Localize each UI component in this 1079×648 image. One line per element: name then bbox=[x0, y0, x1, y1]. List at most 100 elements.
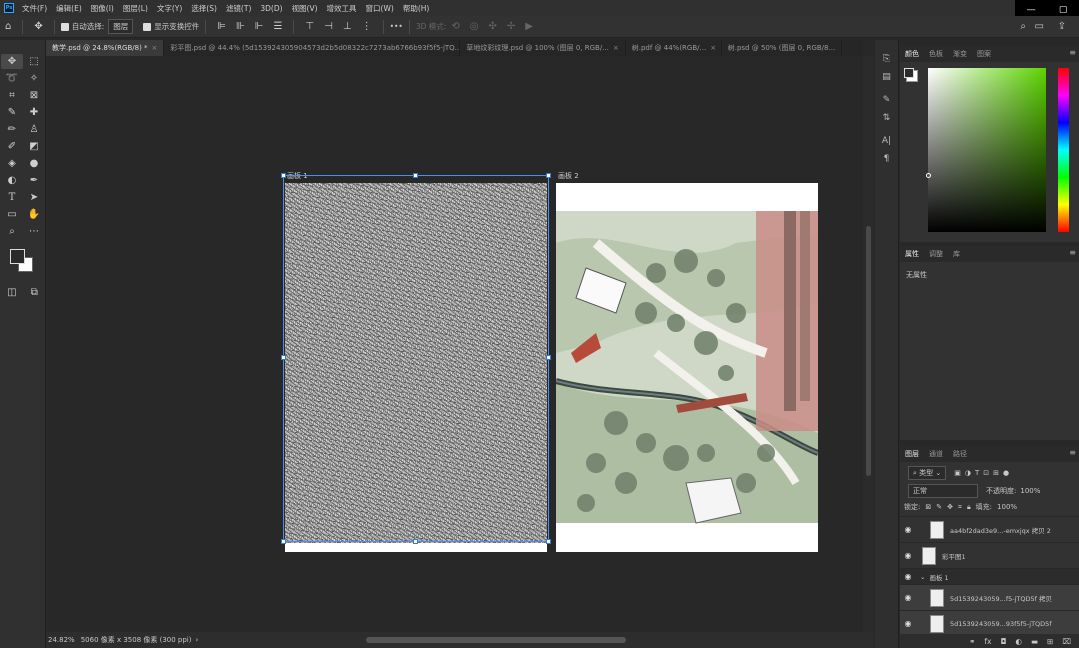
artboard-2[interactable] bbox=[556, 183, 818, 552]
brush-tool-icon[interactable]: ✏ bbox=[1, 122, 23, 137]
3d-roll-icon[interactable]: ◎ bbox=[470, 21, 479, 32]
opacity-value[interactable]: 100% bbox=[1020, 487, 1040, 495]
filter-kind-dropdown[interactable]: ⌕ 类型 ⌄ bbox=[908, 466, 947, 480]
lock-transparency-icon[interactable]: ⊠ bbox=[925, 503, 931, 511]
visibility-eye-icon[interactable]: ◉ bbox=[900, 619, 916, 628]
menu-view[interactable]: 视图(V) bbox=[292, 3, 318, 14]
filter-shape-icon[interactable]: ⊡ bbox=[983, 469, 989, 477]
mask-icon[interactable]: ◘ bbox=[1000, 637, 1006, 646]
align-center-icon[interactable]: ⊪ bbox=[236, 21, 245, 32]
panel-menu-icon[interactable]: ≡ bbox=[1069, 248, 1076, 257]
menu-help[interactable]: 帮助(H) bbox=[403, 3, 430, 14]
tab-layers[interactable]: 图层 bbox=[900, 449, 924, 459]
adjust-icon[interactable]: ⇅ bbox=[875, 111, 898, 126]
layer-row[interactable]: ◉ 5d1539243059...f5-jTQD5f 拷贝 bbox=[900, 584, 1079, 610]
trash-icon[interactable]: ⌧ bbox=[1062, 637, 1071, 646]
type-tool-icon[interactable]: T bbox=[1, 190, 23, 205]
filter-pixel-icon[interactable]: ▣ bbox=[954, 469, 961, 477]
tab-adjustments[interactable]: 调整 bbox=[924, 249, 948, 259]
filter-type-icon[interactable]: T bbox=[975, 469, 979, 477]
color-field[interactable] bbox=[928, 68, 1046, 232]
align-right-icon[interactable]: ⊩ bbox=[255, 21, 264, 32]
more-tools-icon[interactable]: ⋯ bbox=[23, 224, 45, 239]
magic-wand-tool-icon[interactable]: ✧ bbox=[23, 71, 45, 86]
canvas-area[interactable]: 画板 1 画板 2 bbox=[46, 56, 863, 632]
align-bottom-icon[interactable]: ⊥ bbox=[343, 21, 352, 32]
lock-all-icon[interactable]: 🔒︎ bbox=[967, 503, 971, 512]
panel-menu-icon[interactable]: ≡ bbox=[1069, 448, 1076, 457]
fill-value[interactable]: 100% bbox=[997, 503, 1017, 511]
color-swatches[interactable] bbox=[0, 245, 45, 283]
comment-icon[interactable]: ▤ bbox=[875, 70, 898, 85]
home-icon[interactable]: ⌂ bbox=[5, 21, 11, 32]
layer-name[interactable]: 彩平图1 bbox=[942, 551, 966, 561]
transform-handle[interactable] bbox=[281, 539, 286, 544]
align-middle-icon[interactable]: ⊣ bbox=[324, 21, 333, 32]
maximize-button[interactable]: ▢ bbox=[1059, 5, 1068, 15]
filter-smart-icon[interactable]: ⊞ bbox=[993, 469, 999, 477]
auto-select-checkbox[interactable] bbox=[60, 22, 69, 31]
tab-document[interactable]: 树.psd @ 50% (图层 0, RGB/8... bbox=[722, 40, 843, 56]
layer-name[interactable]: 5d1539243059...93f5f5-jTQD5f bbox=[950, 620, 1052, 628]
hand-tool-icon[interactable]: ✋ bbox=[23, 207, 45, 222]
move-tool-icon[interactable]: ✥ bbox=[1, 54, 23, 69]
menu-image[interactable]: 图像(I) bbox=[91, 3, 114, 14]
zoom-tool-icon[interactable]: ⌕ bbox=[1, 224, 23, 239]
rectangle-tool-icon[interactable]: ▭ bbox=[1, 207, 23, 222]
menu-file[interactable]: 文件(F) bbox=[22, 3, 47, 14]
layer-group-row[interactable]: ◉ ⌄ 画板 1 bbox=[900, 568, 1079, 584]
workspace-icon[interactable]: ▭ bbox=[1035, 21, 1044, 32]
lock-position-icon[interactable]: ✥ bbox=[947, 503, 953, 511]
visibility-eye-icon[interactable]: ◉ bbox=[900, 525, 916, 534]
fx-icon[interactable]: fx bbox=[984, 637, 991, 646]
3d-scale-icon[interactable]: ▶ bbox=[525, 21, 533, 32]
tab-swatches[interactable]: 色板 bbox=[924, 49, 948, 59]
close-icon[interactable]: × bbox=[613, 44, 619, 52]
quick-mask-icon[interactable]: ◫ bbox=[7, 285, 16, 300]
transform-handle[interactable] bbox=[281, 355, 286, 360]
menu-layer[interactable]: 图层(L) bbox=[123, 3, 148, 14]
transform-handle[interactable] bbox=[546, 173, 551, 178]
transform-handle[interactable] bbox=[546, 539, 551, 544]
3d-orbit-icon[interactable]: ⟲ bbox=[451, 21, 459, 32]
chevron-down-icon[interactable]: ⌄ bbox=[920, 573, 925, 581]
dodge-tool-icon[interactable]: ◐ bbox=[1, 173, 23, 188]
adjustment-icon[interactable]: ◐ bbox=[1015, 637, 1022, 646]
layer-name[interactable]: aa4bf2dad3e9...-emxjqx 拷贝 2 bbox=[950, 525, 1051, 535]
move-tool-icon[interactable]: ✥ bbox=[34, 21, 42, 32]
menu-select[interactable]: 选择(S) bbox=[191, 3, 217, 14]
minimize-button[interactable]: — bbox=[1027, 5, 1036, 15]
layer-name[interactable]: 5d1539243059...f5-jTQD5f 拷贝 bbox=[950, 593, 1052, 603]
eyedropper-tool-icon[interactable]: ✎ bbox=[1, 105, 23, 120]
tab-color[interactable]: 颜色 bbox=[900, 49, 924, 59]
menu-edit[interactable]: 编辑(E) bbox=[56, 3, 82, 14]
close-icon[interactable]: × bbox=[710, 44, 716, 52]
healing-tool-icon[interactable]: ✚ bbox=[23, 105, 45, 120]
layer-group-name[interactable]: 画板 1 bbox=[929, 572, 948, 582]
auto-select-dropdown[interactable]: 图层 bbox=[108, 19, 134, 34]
lasso-tool-icon[interactable]: ➰ bbox=[1, 71, 23, 86]
foreground-color-chip[interactable] bbox=[904, 68, 914, 78]
new-layer-icon[interactable]: ⊞ bbox=[1047, 637, 1053, 646]
bucket-tool-icon[interactable]: ◈ bbox=[1, 156, 23, 171]
color-picker-cursor[interactable] bbox=[926, 173, 931, 178]
menu-3d[interactable]: 3D(D) bbox=[260, 4, 282, 13]
blend-mode-dropdown[interactable]: 正常 bbox=[908, 484, 978, 498]
tab-gradients[interactable]: 渐变 bbox=[948, 49, 972, 59]
3d-slide-icon[interactable]: ✢ bbox=[507, 21, 515, 32]
tab-document[interactable]: 草地纹彩纹理.psd @ 100% (图层 0, RGB/... × bbox=[460, 40, 626, 56]
tab-document[interactable]: 教学.psd @ 24.8%(RGB/8) * × bbox=[46, 40, 165, 56]
transform-handle[interactable] bbox=[413, 539, 418, 544]
transform-handle[interactable] bbox=[413, 173, 418, 178]
blur-tool-icon[interactable]: ● bbox=[23, 156, 45, 171]
menu-plugins[interactable]: 增效工具 bbox=[327, 3, 357, 14]
align-top-icon[interactable]: ⊤ bbox=[305, 21, 314, 32]
show-transform-checkbox[interactable] bbox=[143, 22, 152, 31]
menu-type[interactable]: 文字(Y) bbox=[157, 3, 182, 14]
distribute-icon[interactable]: ☰ bbox=[273, 21, 282, 32]
tab-channels[interactable]: 通道 bbox=[924, 449, 948, 459]
vertical-scroll-thumb[interactable] bbox=[866, 226, 871, 476]
align-left-icon[interactable]: ⊫ bbox=[217, 21, 226, 32]
distribute-v-icon[interactable]: ⋮ bbox=[362, 21, 372, 32]
more-options-button[interactable]: ••• bbox=[390, 22, 403, 31]
